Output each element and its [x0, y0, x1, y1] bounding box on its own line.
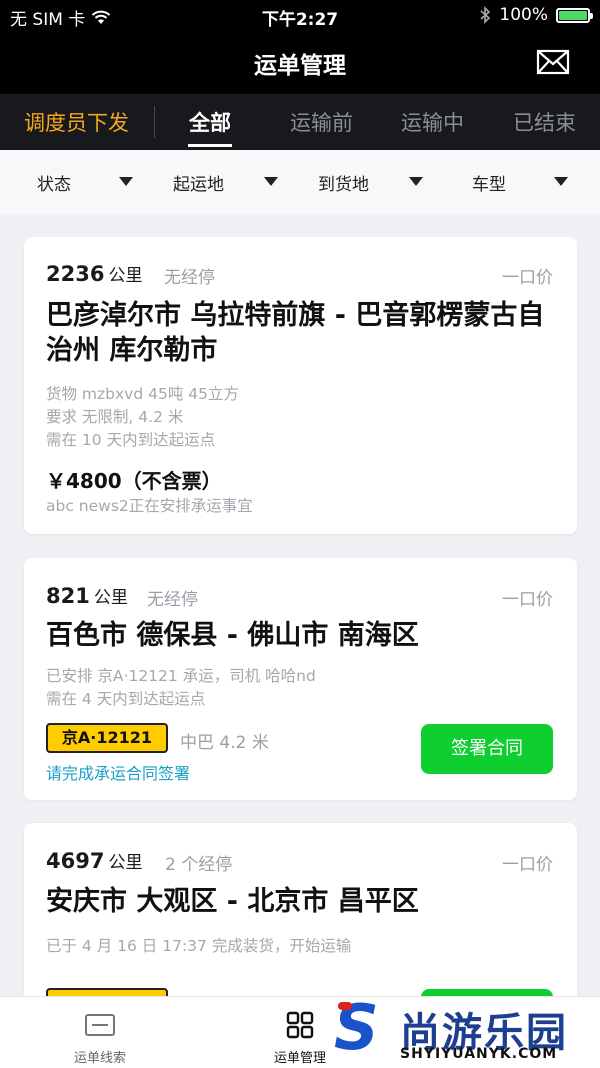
distance-value: 821	[46, 584, 90, 608]
filter-bar: 状态 起运地 到货地 车型	[0, 150, 600, 214]
status-bar: 无 SIM 卡 下午2:27 100%	[0, 0, 600, 32]
mail-icon[interactable]	[536, 48, 570, 76]
distance-unit: 公里	[93, 588, 128, 608]
battery-percent: 100%	[499, 5, 548, 25]
filter-origin[interactable]: 起运地	[173, 170, 224, 195]
stops-label: 2 个经停	[165, 855, 233, 875]
price: ￥4800（不含票）	[46, 469, 222, 493]
filter-vehicle-type[interactable]: 车型	[472, 170, 506, 195]
distance-unit: 公里	[108, 853, 143, 873]
price-type: 一口价	[502, 855, 553, 875]
price-type: 一口价	[502, 590, 553, 610]
requirement-info: 要求 无限制, 4.2 米	[46, 408, 184, 426]
bluetooth-icon	[480, 6, 491, 24]
grid-icon	[286, 1011, 314, 1039]
deadline-info: 需在 4 天内到达起运点	[46, 690, 206, 708]
route-title: 巴彦淖尔市 乌拉特前旗 - 巴音郭楞蒙古自治州 库尔勒市	[46, 300, 545, 366]
sign-contract-button[interactable]: 签署合同	[421, 724, 553, 774]
tab-divider	[154, 106, 155, 138]
status-right: 100%	[479, 5, 593, 25]
tab-bar: 调度员下发 全部 运输前 运输中 已结束	[0, 94, 600, 150]
price-type: 一口价	[502, 268, 553, 288]
chevron-down-icon[interactable]	[409, 177, 423, 186]
waybill-card[interactable]: 821 公里 无经停 一口价 百色市 德保县 - 佛山市 南海区 已安排 京A·1…	[24, 558, 577, 800]
watermark: S 尚游乐园 SHYIYUANYK.COM	[330, 996, 600, 1067]
waybill-card[interactable]: 2236 公里 无经停 一口价 巴彦淖尔市 乌拉特前旗 - 巴音郭楞蒙古自治州 库…	[24, 237, 577, 534]
route-title: 百色市 德保县 - 佛山市 南海区	[46, 620, 419, 651]
distance: 821 公里	[46, 583, 128, 608]
tab-all[interactable]: 全部	[189, 107, 231, 137]
tab-finished[interactable]: 已结束	[513, 107, 576, 137]
route-title: 安庆市 大观区 - 北京市 昌平区	[46, 886, 419, 917]
waybill-card[interactable]: 4697 公里 2 个经停 一口价 安庆市 大观区 - 北京市 昌平区 已于 4 …	[24, 823, 577, 1039]
status-note: abc news2正在安排承运事宜	[46, 497, 253, 515]
license-plate: 京A·12121	[46, 723, 168, 753]
distance-value: 4697	[46, 849, 105, 873]
arranged-info: 已安排 京A·12121 承运，司机 哈哈nd	[46, 667, 316, 685]
deadline-info: 需在 10 天内到达起运点	[46, 431, 216, 449]
page-title: 运单管理	[254, 53, 346, 79]
filter-status[interactable]: 状态	[37, 170, 71, 195]
contract-link[interactable]: 请完成承运合同签署	[46, 760, 190, 784]
tab-before-transport[interactable]: 运输前	[290, 107, 353, 137]
distance: 4697 公里	[46, 848, 142, 873]
chevron-down-icon[interactable]	[119, 177, 133, 186]
cargo-info: 货物 mzbxvd 45吨 45立方	[46, 385, 239, 403]
battery-fill	[559, 10, 587, 20]
vehicle-info: 中巴 4.2 米	[180, 733, 269, 753]
distance: 2236 公里	[46, 261, 142, 286]
bottom-tab-waybill-leads[interactable]: 运单线索	[0, 997, 200, 1068]
loaded-info: 已于 4 月 16 日 17:37 完成装货，开始运输	[46, 937, 352, 955]
chevron-down-icon[interactable]	[264, 177, 278, 186]
bottom-tab-label: 运单线索	[73, 1051, 126, 1066]
tab-in-transport[interactable]: 运输中	[401, 107, 464, 137]
filter-destination[interactable]: 到货地	[318, 170, 369, 195]
distance-unit: 公里	[108, 266, 143, 286]
battery-icon	[556, 7, 593, 23]
tab-active-indicator	[188, 144, 232, 147]
stops-label: 无经停	[164, 268, 215, 288]
card-icon	[85, 1014, 115, 1036]
watermark-url: SHYIYUANYK.COM	[400, 1046, 558, 1062]
chevron-down-icon[interactable]	[554, 177, 568, 186]
stops-label: 无经停	[147, 590, 198, 610]
distance-value: 2236	[46, 262, 105, 286]
nav-bar: 运单管理	[0, 32, 600, 94]
watermark-logo-accent	[338, 1002, 352, 1010]
tab-dispatch[interactable]: 调度员下发	[24, 107, 129, 137]
